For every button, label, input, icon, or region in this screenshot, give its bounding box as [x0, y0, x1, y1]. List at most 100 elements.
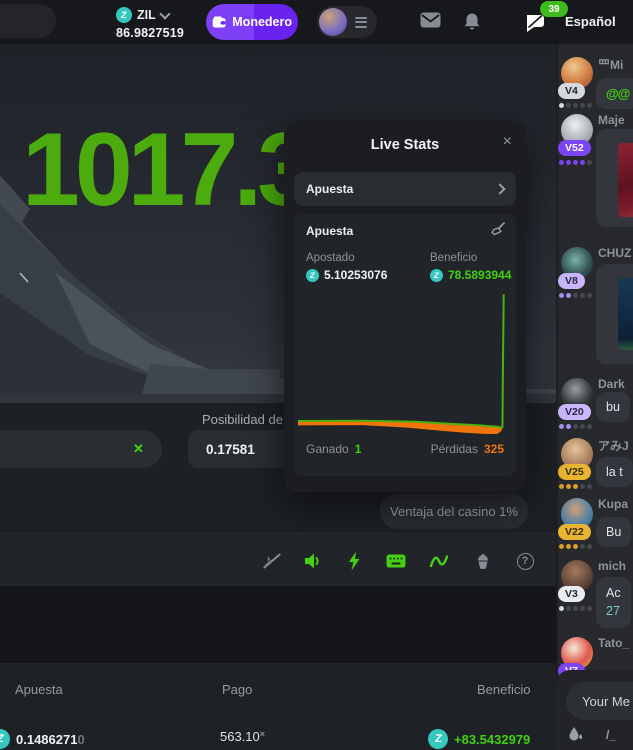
- bets-table: Apuesta Pago Beneficio Z 0.14862710 563.…: [0, 663, 556, 750]
- wagered-value: Z 5.10253076: [306, 268, 387, 282]
- chat-message: Dark V20 bu: [556, 377, 633, 439]
- wallet-button[interactable]: Monedero: [206, 4, 298, 40]
- mail-button[interactable]: [420, 12, 441, 33]
- chat-message-input[interactable]: [566, 682, 633, 720]
- app-root: 1017.3 ✕ Posibilidad de Ventaja del casi…: [0, 0, 633, 750]
- reset-broom-icon[interactable]: [490, 221, 506, 242]
- chat-message: Kupa V22 Bu: [556, 497, 633, 559]
- level-badge: V25: [558, 464, 591, 480]
- sound-button[interactable]: [302, 550, 324, 572]
- chat-username[interactable]: Kupa: [598, 497, 628, 511]
- wallet-icon: [212, 15, 226, 29]
- chat-username[interactable]: Tato_: [598, 636, 629, 650]
- chat-bubble: bu: [596, 392, 630, 422]
- level-badge: V22: [558, 524, 591, 540]
- profit-cell: Z +83.5432979: [428, 729, 530, 749]
- wagered-label: Apostado: [306, 252, 355, 264]
- emote-icons: @@: [606, 86, 629, 101]
- zil-coin-icon: Z: [430, 269, 443, 282]
- chat-username[interactable]: アみJ: [598, 437, 629, 454]
- profit-value: Z 78.5893944: [430, 268, 511, 282]
- chat-bubble: Bu: [596, 517, 631, 547]
- bet-amount-cell: Z 0.14862710: [0, 729, 85, 749]
- level-badge: V3: [558, 586, 585, 602]
- level-dots: [559, 160, 592, 165]
- modal-title: Live Stats: [284, 137, 526, 153]
- menu-icon: [355, 17, 367, 28]
- nav-pill-partial[interactable]: [0, 4, 56, 38]
- chat-image-attachment[interactable]: [618, 143, 633, 217]
- slash-commands-icon[interactable]: /_: [606, 728, 616, 742]
- zil-coin-icon: Z: [116, 7, 132, 23]
- column-header-bet: Apuesta: [15, 682, 63, 697]
- instant-bet-button[interactable]: [343, 550, 365, 572]
- currency-code: ZIL: [137, 8, 156, 22]
- notifications-button[interactable]: [463, 12, 481, 36]
- chat-message: CHUZ V8: [556, 246, 633, 372]
- chevron-down-icon: [159, 8, 170, 19]
- rain-drop-icon[interactable]: [568, 726, 583, 746]
- currency-selector[interactable]: Z ZIL 86.9827519: [116, 7, 196, 40]
- chat-username[interactable]: mich: [598, 559, 626, 573]
- notification-count-badge: 39: [540, 1, 568, 17]
- music-off-button[interactable]: ♪: [257, 550, 279, 572]
- level-dots: [559, 606, 592, 611]
- profit-label: Beneficio: [430, 252, 477, 264]
- language-selector[interactable]: Español: [565, 14, 616, 29]
- payout-cell: 563.10×: [220, 729, 265, 744]
- level-dots: [559, 103, 592, 108]
- music-note-icon: ♪: [264, 551, 273, 571]
- close-icon[interactable]: ×: [503, 134, 512, 150]
- chat-input-panel: /_: [556, 670, 633, 750]
- zil-coin-icon: Z: [428, 729, 448, 749]
- level-dots: [559, 424, 592, 429]
- topbar: Z ZIL 86.9827519 Monedero: [0, 0, 633, 44]
- help-button[interactable]: ?: [514, 550, 536, 572]
- bell-icon: [463, 12, 481, 31]
- chat-bubble: la t: [596, 457, 633, 487]
- losses-stat: Pérdidas325: [431, 442, 504, 456]
- chat-username[interactable]: Dark: [598, 377, 625, 391]
- speaker-icon: [303, 552, 323, 570]
- live-stats-button[interactable]: [428, 550, 450, 572]
- win-chance-label: Posibilidad de: [202, 412, 283, 427]
- profit-history-chart: [298, 290, 512, 434]
- column-header-payout: Pago: [222, 682, 252, 697]
- game-toolbar: ♪: [0, 533, 556, 587]
- stats-section-title: Apuesta: [306, 224, 353, 238]
- mail-icon: [420, 12, 441, 28]
- live-stats-modal: Live Stats × Apuesta Apuesta Apostado Be…: [284, 121, 526, 492]
- house-edge-badge: Ventaja del casino 1%: [380, 493, 528, 529]
- chat-message: アみJ V25 la t: [556, 437, 633, 499]
- zil-coin-icon: Z: [0, 729, 10, 749]
- chat-sidebar: 罒Mi V4 @@ Maje V52 CHUZ V8 Dark V20: [556, 44, 633, 750]
- chevron-right-icon: [494, 183, 505, 194]
- user-menu[interactable]: [317, 6, 377, 38]
- chat-message: mich V3 Ac 27: [556, 559, 633, 635]
- avatar: [319, 8, 347, 36]
- stats-card: Apuesta Apostado Beneficio Z 5.10253076 …: [294, 214, 516, 476]
- stats-footer: Ganado1 Pérdidas325: [306, 442, 504, 456]
- stats-wave-icon: [429, 553, 449, 569]
- multiply-icon: ✕: [133, 441, 144, 457]
- trophy-cup-icon: [474, 552, 492, 570]
- multiplier-result: 1017.3: [22, 118, 310, 222]
- chat-message: 罒Mi V4 @@: [556, 56, 633, 112]
- wallet-balance: 86.9827519: [116, 26, 196, 40]
- stats-filter-select[interactable]: Apuesta: [294, 172, 516, 206]
- hotkeys-button[interactable]: [385, 550, 407, 572]
- level-dots: [559, 544, 592, 549]
- level-badge: V8: [558, 273, 585, 289]
- keyboard-icon: [386, 553, 406, 569]
- chat-username[interactable]: Maje: [598, 113, 625, 127]
- level-badge: V52: [558, 140, 591, 156]
- panel-divider: [0, 586, 556, 663]
- leaderboard-button[interactable]: [472, 550, 494, 572]
- wins-stat: Ganado1: [306, 442, 361, 456]
- zil-coin-icon: Z: [306, 269, 319, 282]
- column-header-profit: Beneficio: [477, 682, 530, 697]
- chat-username[interactable]: 罒Mi: [598, 56, 623, 73]
- chat-message: Maje V52: [556, 113, 633, 239]
- chat-username[interactable]: CHUZ: [598, 246, 631, 260]
- chat-image-attachment[interactable]: [618, 278, 633, 350]
